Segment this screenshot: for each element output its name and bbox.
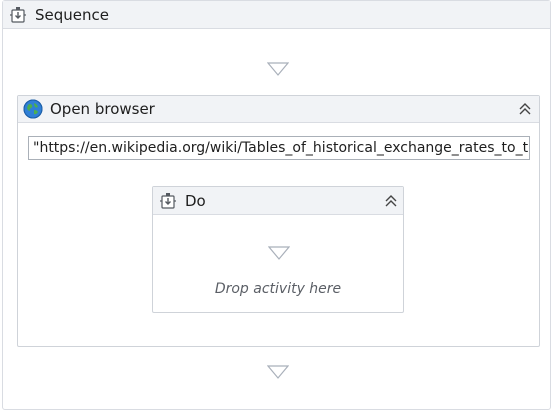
url-input[interactable]: "https://en.wikipedia.org/wiki/Tables_of…	[28, 136, 530, 160]
open-browser-activity[interactable]: Open browser "https://en.wikipedia.org/w…	[17, 95, 540, 347]
sequence-title: Sequence	[35, 6, 109, 24]
workflow-designer-canvas: Sequence Open browser "https://en.wikipe…	[0, 0, 554, 412]
drop-zone-arrow-icon[interactable]	[268, 246, 290, 260]
sequence-icon	[10, 7, 26, 23]
sequence-icon	[160, 193, 176, 209]
do-title: Do	[185, 192, 206, 210]
chevron-double-up-icon[interactable]	[383, 193, 399, 209]
do-container[interactable]: Do Drop activity here	[152, 186, 404, 313]
drop-zone-arrow-icon[interactable]	[267, 62, 289, 76]
drop-zone-arrow-icon[interactable]	[267, 365, 289, 379]
sequence-header[interactable]: Sequence	[3, 1, 550, 29]
chevron-double-up-icon[interactable]	[517, 101, 533, 117]
globe-icon	[23, 99, 43, 119]
do-header[interactable]: Do	[153, 187, 403, 215]
open-browser-title: Open browser	[50, 100, 155, 118]
sequence-container[interactable]: Sequence Open browser "https://en.wikipe…	[2, 0, 551, 410]
open-browser-header[interactable]: Open browser	[18, 96, 539, 123]
drop-activity-hint: Drop activity here	[214, 281, 342, 297]
